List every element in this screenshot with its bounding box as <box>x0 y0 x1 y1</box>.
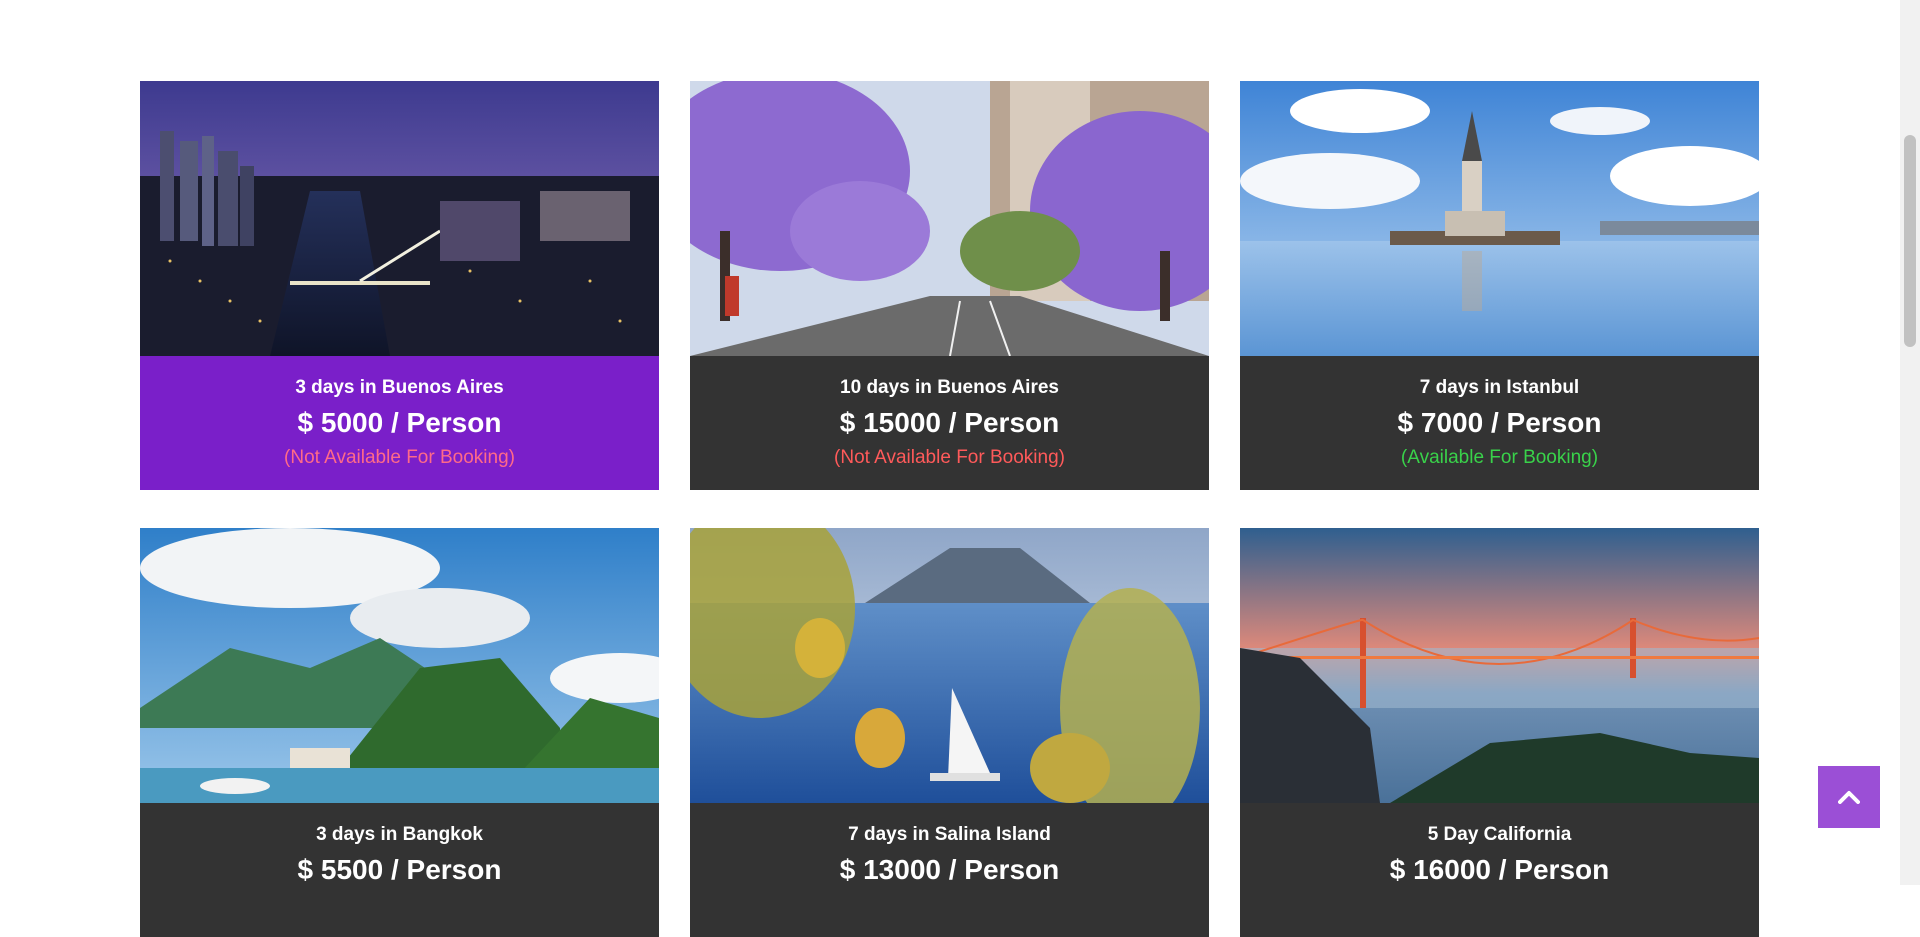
tour-info: 3 days in Bangkok $ 5500 / Person <box>140 803 659 937</box>
availability-status: (Not Available For Booking) <box>834 447 1065 468</box>
tour-title[interactable]: 7 days in Salina Island <box>690 823 1209 847</box>
tour-info: 7 days in Istanbul $ 7000 / Person (Avai… <box>1240 356 1759 490</box>
chevron-up-icon <box>1838 791 1860 804</box>
tour-price: $ 5000 / Person <box>297 407 502 438</box>
tour-image-sailboat-volcano[interactable] <box>690 528 1209 803</box>
tour-card-istanbul[interactable]: 7 days in Istanbul $ 7000 / Person (Avai… <box>1240 81 1759 490</box>
page-scrollbar[interactable] <box>1900 0 1920 885</box>
tour-grid: 3 days in Buenos Aires $ 5000 / Person (… <box>140 81 1760 937</box>
tour-title[interactable]: 5 Day California <box>1240 823 1759 847</box>
tour-card-california[interactable]: 5 Day California $ 16000 / Person <box>1240 528 1759 937</box>
tour-card-salina-island[interactable]: 7 days in Salina Island $ 13000 / Person <box>690 528 1209 937</box>
tour-title[interactable]: 3 days in Buenos Aires <box>140 376 659 400</box>
availability-status: (Not Available For Booking) <box>284 447 515 468</box>
tour-price: $ 16000 / Person <box>1389 854 1610 885</box>
tour-info: 3 days in Buenos Aires $ 5000 / Person (… <box>140 356 659 490</box>
scroll-to-top-button[interactable] <box>1818 766 1880 828</box>
tour-info: 7 days in Salina Island $ 13000 / Person <box>690 803 1209 937</box>
tour-image-tropical-coast[interactable] <box>140 528 659 803</box>
availability-status: (Available For Booking) <box>1400 447 1599 468</box>
scrollbar-thumb[interactable] <box>1904 135 1916 347</box>
tour-card-bangkok[interactable]: 3 days in Bangkok $ 5500 / Person <box>140 528 659 937</box>
tour-image-golden-gate[interactable] <box>1240 528 1759 803</box>
tour-image-maiden-tower[interactable] <box>1240 81 1759 356</box>
tour-price: $ 13000 / Person <box>839 854 1060 885</box>
tour-image-buenos-aires-night[interactable] <box>140 81 659 356</box>
tour-card-buenos-aires-10[interactable]: 10 days in Buenos Aires $ 15000 / Person… <box>690 81 1209 490</box>
tour-title[interactable]: 7 days in Istanbul <box>1240 376 1759 400</box>
tour-price: $ 5500 / Person <box>297 854 502 885</box>
tour-price: $ 15000 / Person <box>839 407 1060 438</box>
tour-card-buenos-aires-3[interactable]: 3 days in Buenos Aires $ 5000 / Person (… <box>140 81 659 490</box>
tour-info: 5 Day California $ 16000 / Person <box>1240 803 1759 937</box>
tour-title[interactable]: 3 days in Bangkok <box>140 823 659 847</box>
tour-price: $ 7000 / Person <box>1397 407 1602 438</box>
tour-info: 10 days in Buenos Aires $ 15000 / Person… <box>690 356 1209 490</box>
tour-title[interactable]: 10 days in Buenos Aires <box>690 376 1209 400</box>
tour-image-jacaranda-street[interactable] <box>690 81 1209 356</box>
